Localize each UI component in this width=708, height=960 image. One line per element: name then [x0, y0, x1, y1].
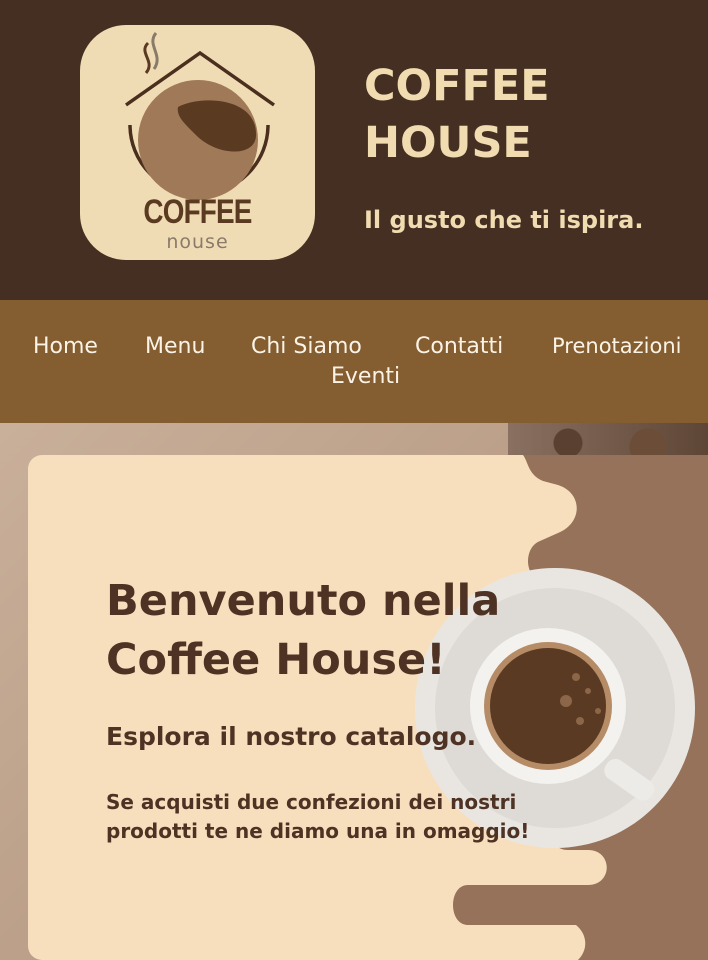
hero-section [0, 423, 708, 960]
nav-item-chi-siamo[interactable]: Chi Siamo [251, 334, 362, 359]
site-tagline: Il gusto che ti ispira. [364, 206, 644, 234]
hero-subtitle: Esplora il nostro catalogo. [106, 722, 477, 751]
main-navigation: Home Menu Chi Siamo Contatti Prenotazion… [0, 300, 708, 423]
hero-card [28, 455, 708, 960]
nav-item-prenotazioni[interactable]: Prenotazioni [552, 334, 682, 358]
logo-text-coffee: COFFEE [143, 193, 252, 231]
nav-item-contatti[interactable]: Contatti [415, 334, 503, 359]
site-title: COFFEE HOUSE [364, 61, 550, 168]
coffee-house-logo-icon[interactable]: COFFEE nouse [80, 25, 315, 260]
promo-text: Se acquisti due confezioni dei nostri pr… [106, 790, 530, 843]
hero-title: Benvenuto nella Coffee House! [106, 576, 501, 685]
nav-item-home[interactable]: Home [33, 334, 98, 359]
logo-text-house: nouse [166, 231, 229, 253]
hero-decoration [415, 455, 708, 960]
nav-item-menu[interactable]: Menu [145, 334, 205, 359]
nav-item-eventi[interactable]: Eventi [331, 364, 400, 389]
site-header: COFFEE nouse COFFEE HOUSE Il gusto che t… [0, 0, 708, 300]
